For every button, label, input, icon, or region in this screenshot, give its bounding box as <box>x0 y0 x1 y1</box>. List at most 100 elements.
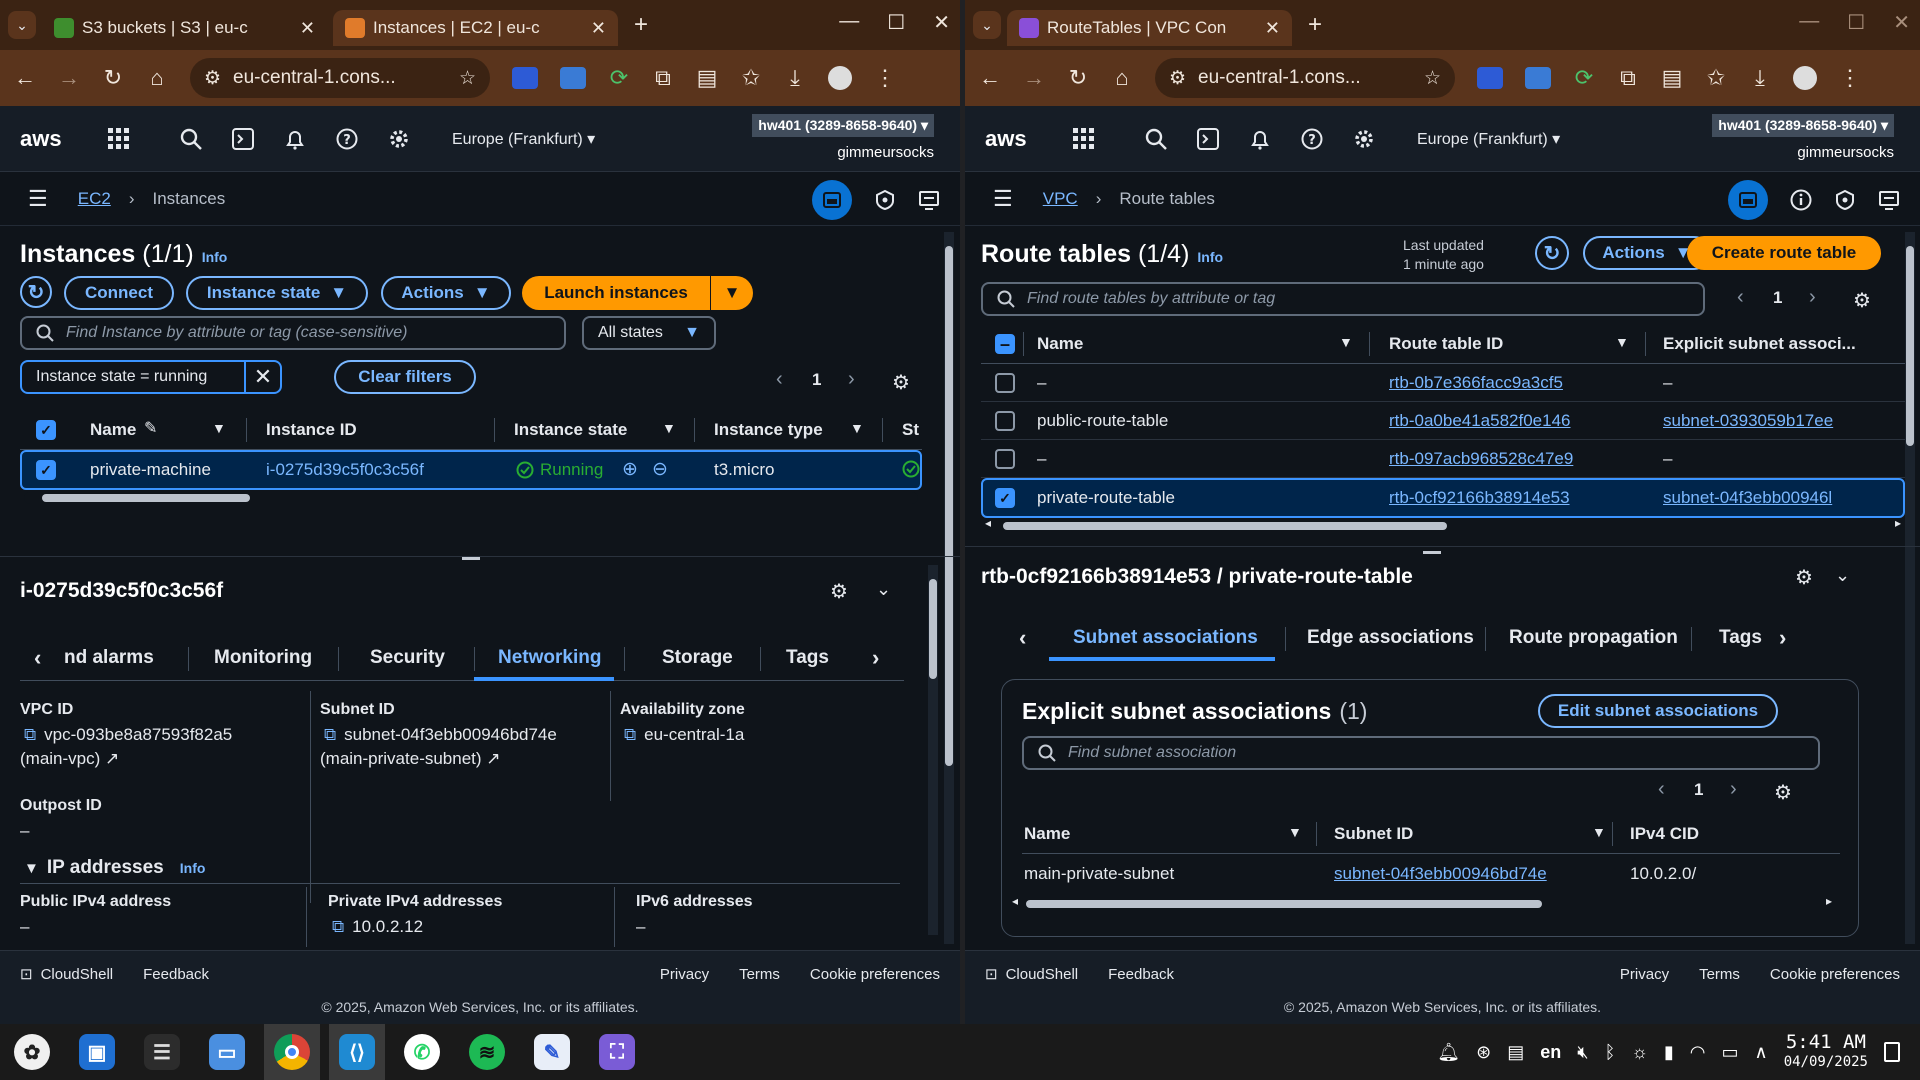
forward-icon[interactable]: → <box>1023 65 1045 91</box>
page-number[interactable]: 1 <box>1694 780 1703 800</box>
table-settings-icon[interactable]: ⚙ <box>1853 288 1871 313</box>
extension-icon[interactable] <box>560 67 586 89</box>
account-badge[interactable]: hw401 (3289-8658-9640) ▾ <box>752 114 934 137</box>
reload-icon[interactable]: ↻ <box>102 65 124 91</box>
tab-networking[interactable]: Networking <box>498 647 601 669</box>
tab-edge-associations[interactable]: Edge associations <box>1307 627 1474 649</box>
table-row[interactable]: – rtb-0b7e366facc9a3cf5 – <box>981 364 1905 402</box>
col-route-table-id[interactable]: Route table ID <box>1389 334 1503 354</box>
vpc-name-link[interactable]: (main-vpc) ↗ <box>20 749 119 769</box>
chrome-app[interactable] <box>264 1024 320 1080</box>
minimize-icon[interactable]: — <box>839 10 859 35</box>
region-selector[interactable]: Europe (Frankfurt) ▾ <box>1417 129 1560 149</box>
services-grid-icon[interactable] <box>106 126 132 152</box>
reload-icon[interactable]: ↻ <box>1067 65 1089 91</box>
table-hscrollbar[interactable]: ◂ ▸ <box>985 516 1901 532</box>
prev-page-icon[interactable]: ‹ <box>1658 778 1665 801</box>
breadcrumb-vpc-link[interactable]: VPC <box>1043 189 1078 209</box>
next-page-icon[interactable]: › <box>1730 778 1737 801</box>
prev-page-icon[interactable]: ‹ <box>776 368 783 391</box>
file-explorer-app[interactable]: ▭ <box>199 1024 255 1080</box>
tab-monitoring[interactable]: Monitoring <box>214 647 312 669</box>
screenshot-app[interactable]: ⛶ <box>589 1024 645 1080</box>
hamburger-menu-icon[interactable]: ☰ <box>28 186 48 212</box>
tab-search-button[interactable]: ⌄ <box>973 11 1001 39</box>
instance-id-link[interactable]: i-0275d39c5f0c3c56f <box>266 460 424 480</box>
refresh-button[interactable]: ↻ <box>1535 236 1569 270</box>
aws-logo[interactable]: aws <box>985 126 1045 152</box>
reading-list-icon[interactable]: ▤ <box>1661 65 1683 91</box>
zoom-in-icon[interactable]: ⊕ <box>622 458 638 481</box>
split-panel-icon[interactable] <box>1728 180 1768 220</box>
table-hscrollbar[interactable] <box>24 492 918 504</box>
bell-icon[interactable] <box>282 126 308 152</box>
privacy-link[interactable]: Privacy <box>660 966 709 983</box>
launch-instances-button[interactable]: Launch instances <box>522 276 710 310</box>
profile-avatar[interactable] <box>828 66 852 90</box>
chrome-menu-icon[interactable]: ⋮ <box>874 65 896 91</box>
subnet-id-link[interactable]: subnet-04f3ebb00946bd74e <box>1334 864 1547 884</box>
new-tab-button[interactable]: + <box>624 11 658 39</box>
instance-search-input[interactable]: Find Instance by attribute or tag (case-… <box>20 316 566 350</box>
maximize-icon[interactable]: ☐ <box>1847 10 1865 35</box>
extension-icon[interactable] <box>1525 67 1551 89</box>
sort-caret-icon[interactable]: ▼ <box>212 420 226 436</box>
route-table-id-link[interactable]: rtb-0cf92166b38914e53 <box>1389 488 1570 508</box>
close-window-icon[interactable]: ✕ <box>1893 10 1910 35</box>
tabs-scroll-left-icon[interactable]: ‹ <box>1019 625 1026 651</box>
copy-icon[interactable]: ⧉ <box>324 725 336 745</box>
scroll-left-arrow-icon[interactable]: ◂ <box>985 516 991 530</box>
security-shield-icon[interactable] <box>874 189 896 211</box>
profile-avatar[interactable] <box>1793 66 1817 90</box>
help-icon[interactable]: ? <box>1299 126 1325 152</box>
scroll-thumb[interactable] <box>1906 246 1914 446</box>
instance-state-button[interactable]: Instance state ▼ <box>186 276 368 310</box>
scroll-left-arrow-icon[interactable]: ◂ <box>1012 894 1018 908</box>
tab-storage[interactable]: Storage <box>662 647 733 669</box>
feedback-link[interactable]: Feedback <box>1108 966 1174 983</box>
table-row-selected[interactable]: ✓ private-route-table rtb-0cf92166b38914… <box>981 478 1905 518</box>
info-circle-icon[interactable] <box>1790 189 1812 211</box>
bookmarks-icon[interactable]: ✩ <box>1705 65 1727 91</box>
settings-gear-icon[interactable] <box>1351 126 1377 152</box>
tab-route-tables[interactable]: RouteTables | VPC Con ✕ <box>1007 10 1292 46</box>
col-name[interactable]: Name <box>1037 334 1083 354</box>
notification-bell-icon[interactable]: 🔔︎ <box>1437 1042 1460 1063</box>
bitwarden-extension-icon[interactable] <box>512 67 538 89</box>
select-all-checkbox[interactable]: ✓ <box>36 420 56 440</box>
help-icon[interactable]: ? <box>334 126 360 152</box>
close-window-icon[interactable]: ✕ <box>933 10 950 35</box>
wifi-icon[interactable]: ◠ <box>1690 1042 1706 1063</box>
bell-icon[interactable] <box>1247 126 1273 152</box>
cookie-preferences-link[interactable]: Cookie preferences <box>1770 966 1900 983</box>
resize-handle[interactable] <box>462 557 480 560</box>
tab-route-propagation[interactable]: Route propagation <box>1509 627 1678 649</box>
col-instance-type[interactable]: Instance type <box>714 420 823 440</box>
sort-caret-icon[interactable]: ▼ <box>850 420 864 436</box>
tab-tags[interactable]: Tags <box>786 647 829 669</box>
remove-filter-icon[interactable]: ✕ <box>244 362 280 392</box>
col-status[interactable]: St <box>902 420 919 440</box>
route-table-id-link[interactable]: rtb-0a0be41a582f0e146 <box>1389 411 1571 431</box>
feedback-link[interactable]: Feedback <box>143 966 209 983</box>
word-editor-app[interactable]: ✎ <box>524 1024 580 1080</box>
close-tab-icon[interactable]: ✕ <box>591 18 606 39</box>
sort-caret-icon[interactable]: ▼ <box>1592 824 1606 840</box>
sort-caret-icon[interactable]: ▼ <box>1288 824 1302 840</box>
scroll-thumb[interactable] <box>42 494 250 502</box>
vpn-icon[interactable]: ⊛ <box>1476 1042 1491 1063</box>
scroll-right-arrow-icon[interactable]: ▸ <box>1895 516 1901 530</box>
close-tab-icon[interactable]: ✕ <box>1265 18 1280 39</box>
sort-caret-icon[interactable]: ▼ <box>662 420 676 436</box>
minimize-icon[interactable]: — <box>1799 10 1819 35</box>
cookie-preferences-link[interactable]: Cookie preferences <box>810 966 940 983</box>
tab-alarms[interactable]: nd alarms <box>64 647 154 669</box>
back-icon[interactable]: ← <box>14 65 36 91</box>
tab-s3-buckets[interactable]: S3 buckets | S3 | eu-c ✕ <box>42 10 327 46</box>
page-number[interactable]: 1 <box>812 370 821 390</box>
tabs-scroll-left-icon[interactable]: ‹ <box>34 645 41 671</box>
resize-handle[interactable] <box>1423 551 1441 554</box>
tabs-scroll-right-icon[interactable]: › <box>1779 625 1786 651</box>
col-explicit-subnet[interactable]: Explicit subnet associ... <box>1663 334 1856 354</box>
site-info-icon[interactable]: ⚙ <box>204 67 221 90</box>
